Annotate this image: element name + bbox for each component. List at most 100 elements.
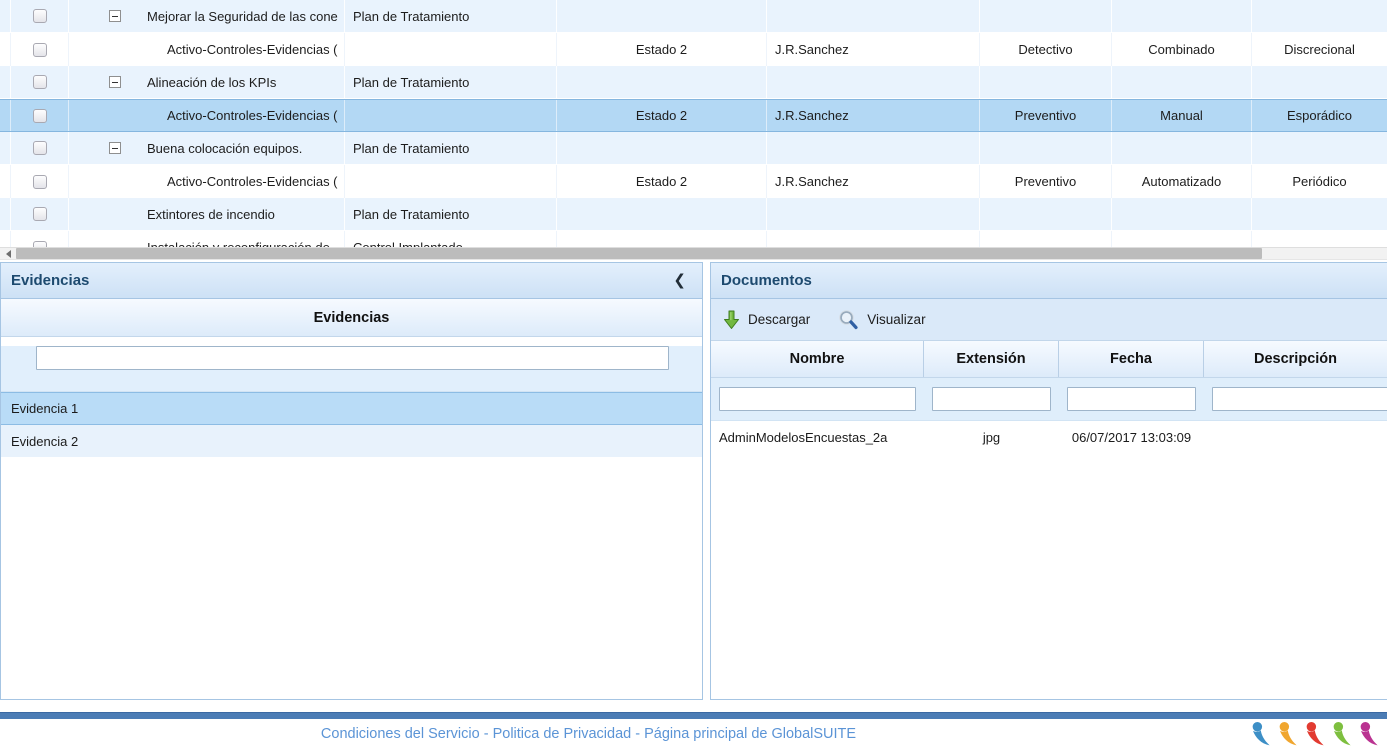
naturaleza-cell	[980, 0, 1112, 32]
footer-link-condiciones[interactable]: Condiciones del Servicio	[321, 726, 480, 742]
column-header-nombre[interactable]: Nombre	[711, 341, 924, 377]
name-cell: Mejorar la Seguridad de las cone	[69, 0, 345, 32]
collapse-minus-icon[interactable]	[109, 10, 121, 22]
scrollbar-thumb[interactable]	[16, 248, 1262, 259]
footer-link-privacidad[interactable]: Politica de Privacidad	[493, 726, 632, 742]
collapse-chevron-icon[interactable]: ❮	[673, 273, 686, 288]
row-margin	[0, 132, 11, 164]
globalsuite-figure-icon[interactable]	[1332, 721, 1352, 747]
row-checkbox[interactable]	[33, 141, 47, 155]
filter-input-fecha[interactable]	[1067, 387, 1196, 411]
checkbox-cell	[11, 100, 69, 131]
collapse-minus-icon[interactable]	[109, 142, 121, 154]
table-row[interactable]: Instalación y reconfiguración de Control…	[0, 231, 1387, 247]
documento-row[interactable]: AdminModelosEncuestas_2a jpg 06/07/2017 …	[711, 421, 1387, 454]
frecuencia-cell	[1252, 132, 1387, 164]
evidencias-column-header[interactable]: Evidencias	[1, 299, 702, 337]
row-name: Activo-Controles-Evidencias (	[167, 42, 338, 57]
footer-separator: -	[631, 726, 644, 742]
row-checkbox[interactable]	[33, 75, 47, 89]
filter-cell	[924, 378, 1059, 420]
table-row[interactable]: Activo-Controles-Evidencias ( Estado 2 J…	[0, 33, 1387, 66]
evidencia-row[interactable]: Evidencia 2	[1, 425, 702, 458]
frecuencia-cell: Periódico	[1252, 165, 1387, 198]
table-row[interactable]: Extintores de incendio Plan de Tratamien…	[0, 198, 1387, 231]
table-row[interactable]: Buena colocación equipos. Plan de Tratam…	[0, 132, 1387, 165]
documentos-column-headers: Nombre Extensión Fecha Descripción	[711, 341, 1387, 378]
documento-nombre: AdminModelosEncuestas_2a	[711, 421, 924, 454]
responsable-cell	[767, 198, 980, 230]
name-cell: Activo-Controles-Evidencias (	[69, 165, 345, 198]
row-checkbox[interactable]	[33, 175, 47, 189]
tipo-cell	[1112, 0, 1252, 32]
tipo-cell	[1112, 231, 1252, 247]
documento-extension: jpg	[924, 421, 1059, 454]
column-header-extension[interactable]: Extensión	[924, 341, 1059, 377]
naturaleza-cell	[980, 132, 1112, 164]
descargar-label: Descargar	[748, 312, 810, 327]
row-checkbox[interactable]	[33, 109, 47, 123]
documento-fecha: 06/07/2017 13:03:09	[1059, 421, 1204, 454]
documento-descripcion	[1204, 421, 1387, 454]
name-cell: Alineación de los KPIs	[69, 66, 345, 98]
filter-input-nombre[interactable]	[719, 387, 916, 411]
filter-input-descripcion[interactable]	[1212, 387, 1387, 411]
plan-cell	[345, 165, 557, 198]
table-row[interactable]: Activo-Controles-Evidencias ( Estado 2 J…	[0, 165, 1387, 198]
plan-cell: Plan de Tratamiento	[345, 198, 557, 230]
plan-cell: Plan de Tratamiento	[345, 66, 557, 98]
panel-title: Evidencias	[11, 272, 89, 289]
estado-cell: Estado 2	[557, 165, 767, 198]
name-cell: Buena colocación equipos.	[69, 132, 345, 164]
panel-title: Documentos	[721, 272, 812, 289]
globalsuite-figure-icon[interactable]	[1305, 721, 1325, 747]
evidencia-row-selected[interactable]: Evidencia 1	[1, 392, 702, 425]
row-name: Extintores de incendio	[147, 207, 275, 222]
row-name: Alineación de los KPIs	[147, 75, 276, 90]
frecuencia-cell	[1252, 198, 1387, 230]
frecuencia-cell: Discrecional	[1252, 33, 1387, 66]
controls-grid: Mejorar la Seguridad de las cone Plan de…	[0, 0, 1387, 247]
column-header-descripcion[interactable]: Descripción	[1204, 341, 1387, 377]
filter-input-extension[interactable]	[932, 387, 1051, 411]
estado-cell	[557, 0, 767, 32]
table-row[interactable]: Mejorar la Seguridad de las cone Plan de…	[0, 0, 1387, 33]
row-margin	[0, 33, 11, 66]
responsable-cell: J.R.Sanchez	[767, 100, 980, 131]
descargar-button[interactable]: Descargar	[723, 310, 810, 330]
row-name: Buena colocación equipos.	[147, 141, 302, 156]
scroll-left-arrow-icon[interactable]	[0, 248, 16, 259]
filter-cell	[1204, 378, 1387, 420]
collapse-minus-icon[interactable]	[109, 76, 121, 88]
evidencia-label: Evidencia 2	[11, 434, 78, 449]
table-row-selected[interactable]: Activo-Controles-Evidencias ( Estado 2 J…	[0, 99, 1387, 132]
estado-cell	[557, 198, 767, 230]
estado-cell: Estado 2	[557, 33, 767, 66]
footer-link-globalsuite[interactable]: Página principal de GlobalSUITE	[644, 726, 856, 742]
row-checkbox[interactable]	[33, 43, 47, 57]
horizontal-scrollbar[interactable]	[0, 247, 1387, 260]
magnifier-icon	[838, 310, 859, 330]
globalsuite-figure-icon[interactable]	[1359, 721, 1379, 747]
plan-cell: Control Implantado	[345, 231, 557, 247]
globalsuite-figure-icon[interactable]	[1278, 721, 1298, 747]
estado-cell: Estado 2	[557, 100, 767, 131]
visualizar-label: Visualizar	[867, 312, 925, 327]
documentos-panel: Documentos Descargar Visualizar Nombre E…	[710, 262, 1387, 700]
row-checkbox[interactable]	[33, 9, 47, 23]
footer: Condiciones del Servicio - Politica de P…	[0, 719, 1387, 748]
responsable-cell	[767, 132, 980, 164]
evidencias-panel: Evidencias ❮ Evidencias Evidencia 1 Evid…	[0, 262, 703, 700]
evidencias-filter-band	[1, 346, 702, 392]
evidencias-filter-input[interactable]	[36, 346, 669, 370]
column-header-fecha[interactable]: Fecha	[1059, 341, 1204, 377]
visualizar-button[interactable]: Visualizar	[838, 310, 925, 330]
plan-cell: Plan de Tratamiento	[345, 0, 557, 32]
table-row[interactable]: Alineación de los KPIs Plan de Tratamien…	[0, 66, 1387, 99]
row-checkbox[interactable]	[33, 207, 47, 221]
frecuencia-cell	[1252, 231, 1387, 247]
globalsuite-figure-icon[interactable]	[1251, 721, 1271, 747]
tipo-cell	[1112, 132, 1252, 164]
documentos-filter-row	[711, 378, 1387, 421]
estado-cell	[557, 66, 767, 98]
